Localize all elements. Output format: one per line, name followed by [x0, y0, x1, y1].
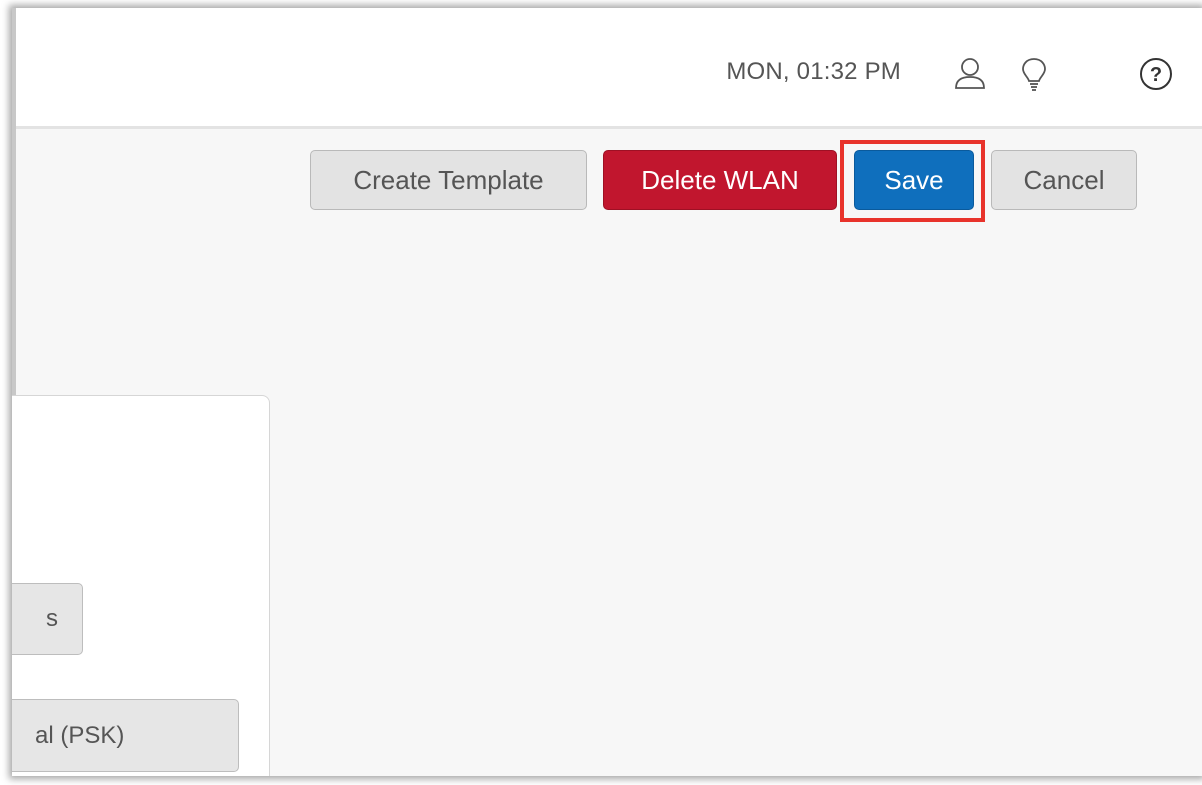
clock-display: MON, 01:32 PM	[726, 58, 901, 85]
svg-text:?: ?	[1150, 64, 1162, 86]
help-icon[interactable]: ?	[1136, 54, 1176, 94]
psk-option-label: al (PSK)	[35, 721, 125, 749]
lightbulb-icon[interactable]	[1014, 54, 1054, 94]
save-button[interactable]: Save	[854, 150, 974, 210]
top-header: MON, 01:32 PM ?	[16, 8, 1202, 129]
screenshot-frame: MON, 01:32 PM ? Create Template Delete W…	[12, 8, 1202, 776]
cancel-button[interactable]: Cancel	[991, 150, 1137, 210]
delete-wlan-button[interactable]: Delete WLAN	[603, 150, 837, 210]
panel-option-button[interactable]: s	[12, 583, 83, 655]
user-icon[interactable]	[950, 54, 990, 94]
panel-option-label: s	[46, 605, 58, 632]
create-template-button[interactable]: Create Template	[310, 150, 587, 210]
psk-option-button[interactable]: al (PSK)	[12, 699, 239, 772]
